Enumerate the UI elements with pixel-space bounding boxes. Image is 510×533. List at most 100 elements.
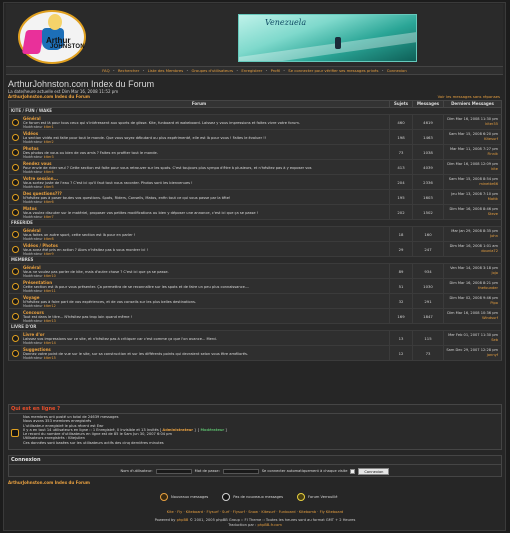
moderator-link[interactable]: kiter12	[44, 304, 56, 308]
forum-topic-count: 73	[389, 145, 412, 159]
autologin-checkbox[interactable]	[350, 468, 356, 474]
forum-topic-count: 198	[389, 130, 412, 144]
breadcrumb[interactable]: ArthurJohnston.com Index du Forum	[8, 94, 90, 99]
moderator-link[interactable]: kiter1	[44, 125, 54, 129]
no-new-posts-icon	[222, 493, 231, 501]
moderator-link[interactable]: kiter13	[44, 319, 56, 323]
forum-status-icon	[11, 178, 19, 186]
forum-row: Présentation Cette section est là pour vo…	[8, 279, 502, 294]
forum-last-post: Dim Mar 16, 2008 12:09 pm kite	[443, 160, 501, 174]
who-is-online-title[interactable]: Qui est en ligne ?	[9, 405, 501, 414]
nav-item[interactable]: Groupes d'utilisateurs	[191, 68, 233, 73]
login-button[interactable]: Connexion	[358, 467, 390, 475]
locked-forum-icon	[297, 493, 306, 501]
last-post-author[interactable]: Pipo	[490, 301, 498, 306]
password-input[interactable]	[222, 468, 259, 474]
last-post-author[interactable]: jonnyf	[487, 353, 498, 358]
last-post-author[interactable]: kite	[491, 167, 498, 172]
category-header[interactable]: FREERIDE	[8, 220, 502, 227]
last-post-author[interactable]: Mattk	[488, 197, 498, 202]
last-post-author[interactable]: Finnik	[488, 152, 498, 157]
site-logo[interactable]: Arthur JOHNSTON	[18, 10, 86, 64]
last-post-author[interactable]: minette66	[479, 182, 498, 187]
last-post-author[interactable]: Steve	[488, 212, 498, 217]
col-posts: Messages	[412, 101, 443, 107]
logo-text-johnston: JOHNSTON	[50, 44, 85, 50]
forum-moderator: Modérateur kiter3	[23, 155, 54, 159]
moderator-link[interactable]: kiter11	[44, 289, 56, 293]
moderator-link[interactable]: kiter3	[44, 155, 54, 159]
phpbb-fr-link[interactable]: phpBB-fr.com	[258, 523, 282, 527]
bottom-breadcrumb[interactable]: ArthurJohnston.com Index du Forum	[8, 480, 90, 485]
nav-item[interactable]: Profil	[271, 68, 280, 73]
last-post-author[interactable]: Kitesurf	[484, 137, 498, 142]
legend-moderator: Modérateur	[200, 427, 225, 432]
forum-moderator: Modérateur kiter10	[23, 274, 56, 278]
forum-topic-count: 195	[389, 190, 412, 204]
last-post-author[interactable]: Seb	[491, 338, 498, 343]
forum-row: Concours Tout est dans le titre... N'hési…	[8, 309, 502, 324]
forum-last-post: Jeu Mar 13, 2008 7:10 pm Mattk	[443, 190, 501, 204]
forum-post-count: 4619	[412, 115, 443, 129]
forum-moderator: Modérateur kiter14	[23, 341, 56, 345]
forum-row: Voyage N'hésitez pas à faire part de vos …	[8, 294, 502, 309]
moderator-link[interactable]: kiter5	[44, 185, 54, 189]
forum-topic-count: 204	[389, 175, 412, 189]
forum-topic-count: 18	[389, 227, 412, 241]
last-post-author[interactable]: Windsurf	[482, 316, 498, 321]
phpbb-link[interactable]: phpBB	[177, 518, 189, 522]
forum-post-count: 2336	[412, 175, 443, 189]
forum-last-post: Dim Mar 16, 2008 8:46 pm Steve	[443, 205, 501, 219]
forum-status-icon	[11, 208, 19, 216]
forum-topic-count: 13	[389, 331, 412, 345]
moderator-link[interactable]: kiter4	[44, 170, 54, 174]
moderator-link[interactable]: kiter7	[44, 215, 54, 219]
footer-translation: Traduction par : phpBB-fr.com	[228, 523, 282, 527]
forum-post-count: 1847	[412, 309, 443, 323]
category-header[interactable]: KITE / FUN / WAKE	[8, 108, 502, 115]
forum-row: Rendez vous Pour envie de rider seul ? Ce…	[8, 160, 502, 175]
last-post-author[interactable]: dounia72	[481, 249, 498, 254]
moderator-link[interactable]: kiter14	[44, 341, 56, 345]
last-post-author[interactable]: Jojo	[492, 271, 498, 276]
nav-item[interactable]: Liste des Membres	[148, 68, 184, 73]
legend-new-label: Nouveaux messages	[171, 495, 209, 499]
banner-rider-silhouette	[335, 37, 341, 49]
last-post-author[interactable]: kiter35	[485, 122, 498, 127]
category-header[interactable]: LIVRE D'OR	[8, 324, 502, 331]
forum-last-post: Sam Mar 15, 2008 8:54 pm minette66	[443, 175, 501, 189]
nav-item[interactable]: Connexion	[387, 68, 407, 73]
forum-last-post: Sam Mar 15, 2008 6:20 pm Kitesurf	[443, 130, 501, 144]
username-input[interactable]	[155, 468, 192, 474]
last-post-author[interactable]: John	[490, 234, 498, 239]
nav-item[interactable]: Rechercher	[118, 68, 140, 73]
forum-status-icon	[11, 230, 19, 238]
forum-last-post: Mar Jan 29, 2008 8:35 pm John	[443, 227, 501, 241]
moderator-link[interactable]: kiter9	[44, 252, 54, 256]
login-title: Connexion	[9, 456, 501, 465]
category-header[interactable]: MEMBRES	[8, 257, 502, 264]
nav-item[interactable]: Enregistrer	[241, 68, 262, 73]
forum-status-icon	[11, 193, 19, 201]
forum-moderator: Modérateur kiter13	[23, 319, 56, 323]
moderator-link[interactable]: kiter10	[44, 274, 56, 278]
forum-moderator: Modérateur kiter4	[23, 170, 54, 174]
nav-item[interactable]: Se connecter pour vérifier ses messages …	[288, 68, 378, 73]
login-panel: Connexion Nom d'utilisateur: Mot de pass…	[8, 455, 502, 477]
unanswered-link[interactable]: Voir les messages sans réponses	[438, 94, 500, 99]
moderator-link[interactable]: kiter15	[44, 356, 56, 360]
forum-table-body: KITE / FUN / WAKE Général Ce forum est là …	[8, 108, 502, 361]
footer-links[interactable]: Kite · Fly · Kiteboard · Flysurf · Surf …	[0, 510, 510, 514]
last-post-author[interactable]: thefounder	[478, 286, 498, 291]
forum-post-count: 934	[412, 264, 443, 278]
main-nav: FAQ • Rechercher • Liste des Membres • Groupes…	[6, 66, 503, 75]
forum-row: Des questions??? N'hésitez pas à poser to…	[8, 190, 502, 205]
forum-topic-count: 202	[389, 205, 412, 219]
moderator-link[interactable]: kiter6	[44, 200, 54, 204]
forum-moderator: Modérateur kiter5	[23, 185, 54, 189]
moderator-link[interactable]: kiter2	[44, 140, 54, 144]
forum-row: Général Vous faites un autre sport, cette…	[8, 227, 502, 242]
moderator-link[interactable]: kiter8	[44, 237, 54, 241]
nav-item[interactable]: FAQ	[102, 68, 109, 73]
nav-separator: •	[112, 68, 115, 73]
